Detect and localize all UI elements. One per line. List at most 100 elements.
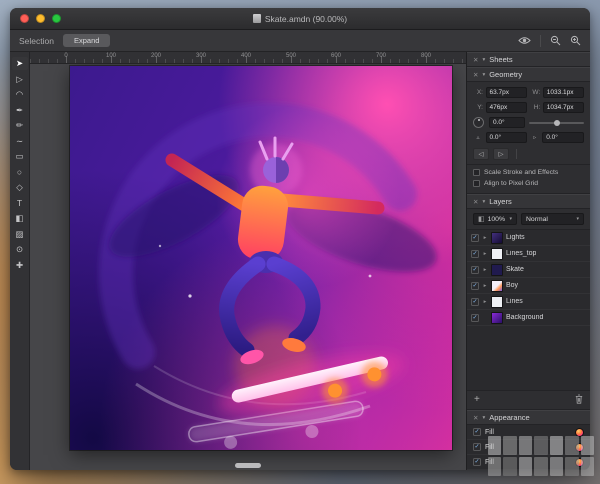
zoom-in-icon[interactable] — [570, 35, 581, 46]
fill-visible-checkbox[interactable]: ✓ — [473, 428, 481, 436]
height-input[interactable]: 1034.7px — [543, 102, 584, 113]
ruler-label: 200 — [151, 53, 161, 59]
color-picker-tool[interactable]: ✚ — [12, 259, 28, 272]
slider-thumb[interactable] — [554, 120, 561, 127]
geometry-panel: X: 63.7px W: 1033.1px Y: 476px H: 1034.7… — [467, 82, 590, 165]
opacity-select[interactable]: ◧ 100% ▾ — [473, 213, 517, 225]
shear-input[interactable]: 0.0° — [486, 132, 528, 143]
rotation-slider[interactable] — [529, 118, 584, 127]
blend-mode-value: Normal — [526, 216, 548, 223]
layer-name: Lines — [506, 298, 523, 305]
layer-row-lines-top[interactable]: ✓ ▸ Lines_top — [467, 246, 590, 262]
layer-row-boy[interactable]: ✓ ▸ Boy — [467, 278, 590, 294]
chevron-right-icon[interactable]: ▸ — [482, 235, 488, 241]
shear-icon: ▵ — [473, 134, 483, 141]
ellipse-tool[interactable]: ○ — [12, 166, 28, 179]
close-icon[interactable]: ✕ — [473, 198, 478, 206]
ruler-label: 800 — [421, 53, 431, 59]
zoom-window-button[interactable] — [52, 14, 61, 23]
chevron-down-icon[interactable]: ▾ — [482, 415, 485, 421]
scrollbar-thumb[interactable] — [235, 463, 261, 468]
blend-mode-select[interactable]: Normal ▾ — [521, 213, 584, 225]
layer-row-lines[interactable]: ✓ ▸ Lines — [467, 294, 590, 310]
close-window-button[interactable] — [20, 14, 29, 23]
fill-gradient-swatch[interactable] — [575, 428, 584, 437]
fill-visible-checkbox[interactable]: ✓ — [473, 458, 481, 466]
app-window: Skate.amdn (90.00%) Selection Expand ➤ ▷… — [10, 8, 590, 470]
canvas-artwork[interactable] — [70, 66, 452, 450]
x-input[interactable]: 63.7px — [486, 87, 527, 98]
pencil-tool[interactable]: ✏ — [12, 119, 28, 132]
fill-gradient-swatch[interactable] — [575, 443, 584, 452]
horizontal-scrollbar[interactable] — [30, 463, 466, 468]
pasteboard[interactable] — [30, 64, 466, 470]
layer-visible-checkbox[interactable]: ✓ — [471, 314, 479, 322]
layers-panel-header[interactable]: ✕ ▾ Layers — [467, 194, 590, 209]
rotation-dial[interactable] — [473, 117, 484, 128]
ruler-label: 300 — [196, 53, 206, 59]
chevron-right-icon[interactable]: ▸ — [482, 299, 488, 305]
fill-gradient-swatch[interactable] — [575, 458, 584, 467]
layer-row-lights[interactable]: ✓ ▸ Lights — [467, 230, 590, 246]
text-tool[interactable]: T — [12, 197, 28, 210]
move-tool[interactable]: ➤ — [12, 57, 28, 70]
preview-eye-icon[interactable] — [518, 36, 531, 45]
brush-tool[interactable]: ∼ — [12, 135, 28, 148]
close-icon[interactable]: ✕ — [473, 56, 478, 64]
scale-stroke-checkbox-row[interactable]: Scale Stroke and Effects — [473, 169, 584, 176]
width-input[interactable]: 1033.1px — [543, 87, 584, 98]
layer-visible-checkbox[interactable]: ✓ — [471, 282, 479, 290]
fill-row[interactable]: ✓ Fill — [467, 455, 590, 470]
rectangle-tool[interactable]: ▭ — [12, 150, 28, 163]
y-input[interactable]: 476px — [486, 102, 527, 113]
appearance-panel-header[interactable]: ✕ ▾ Appearance — [467, 410, 590, 425]
shear-vertical-input[interactable]: 0.0° — [542, 132, 584, 143]
layer-visible-checkbox[interactable]: ✓ — [471, 234, 479, 242]
chevron-right-icon[interactable]: ▸ — [482, 267, 488, 273]
delete-layer-button[interactable] — [575, 391, 583, 409]
title-bar[interactable]: Skate.amdn (90.00%) — [10, 8, 590, 30]
y-label: Y: — [473, 104, 483, 111]
fill-label: Fill — [485, 429, 571, 436]
layer-visible-checkbox[interactable]: ✓ — [471, 266, 479, 274]
gradient-tool[interactable]: ◧ — [12, 212, 28, 225]
layer-name: Background — [506, 314, 543, 321]
chevron-right-icon[interactable]: ▸ — [482, 283, 488, 289]
close-icon[interactable]: ✕ — [473, 71, 478, 79]
minimize-window-button[interactable] — [36, 14, 45, 23]
chevron-down-icon[interactable]: ▾ — [482, 57, 485, 63]
layer-row-skate[interactable]: ✓ ▸ Skate — [467, 262, 590, 278]
toolbar-separator — [540, 35, 541, 47]
layer-visible-checkbox[interactable]: ✓ — [471, 298, 479, 306]
w-label: W: — [529, 89, 540, 96]
layer-thumbnail — [491, 296, 503, 308]
chevron-down-icon[interactable]: ▾ — [482, 72, 485, 78]
add-layer-button[interactable]: + — [474, 395, 480, 405]
chevron-right-icon[interactable]: ▸ — [482, 251, 488, 257]
zoom-out-icon[interactable] — [550, 35, 561, 46]
corner-tool[interactable]: ◠ — [12, 88, 28, 101]
align-pixel-grid-checkbox[interactable] — [473, 180, 480, 187]
chevron-down-icon[interactable]: ▾ — [482, 199, 485, 205]
expand-button[interactable]: Expand — [63, 34, 110, 47]
sheets-panel-header[interactable]: ✕ ▾ Sheets — [467, 52, 590, 67]
flip-vertical-button[interactable]: ▷ — [493, 148, 509, 160]
zoom-tool[interactable]: ⊙ — [12, 243, 28, 256]
flip-horizontal-button[interactable]: ◁ — [473, 148, 489, 160]
geometry-panel-header[interactable]: ✕ ▾ Geometry — [467, 67, 590, 82]
fill-row[interactable]: ✓ Fill — [467, 440, 590, 455]
pen-tool[interactable]: ✒ — [12, 104, 28, 117]
right-panel: ✕ ▾ Sheets ✕ ▾ Geometry X: 63.7px W: 103… — [466, 52, 590, 470]
selection-mode-label: Selection — [19, 36, 54, 46]
rotation-input[interactable]: 0.0° — [489, 117, 525, 128]
close-icon[interactable]: ✕ — [473, 414, 478, 422]
fill-row[interactable]: ✓ Fill — [467, 425, 590, 440]
transparency-tool[interactable]: ▨ — [12, 228, 28, 241]
polygon-tool[interactable]: ◇ — [12, 181, 28, 194]
align-pixel-grid-checkbox-row[interactable]: Align to Pixel Grid — [473, 180, 584, 187]
layer-visible-checkbox[interactable]: ✓ — [471, 250, 479, 258]
node-tool[interactable]: ▷ — [12, 73, 28, 86]
fill-visible-checkbox[interactable]: ✓ — [473, 443, 481, 451]
scale-stroke-checkbox[interactable] — [473, 169, 480, 176]
layer-row-background[interactable]: ✓ Background — [467, 310, 590, 326]
